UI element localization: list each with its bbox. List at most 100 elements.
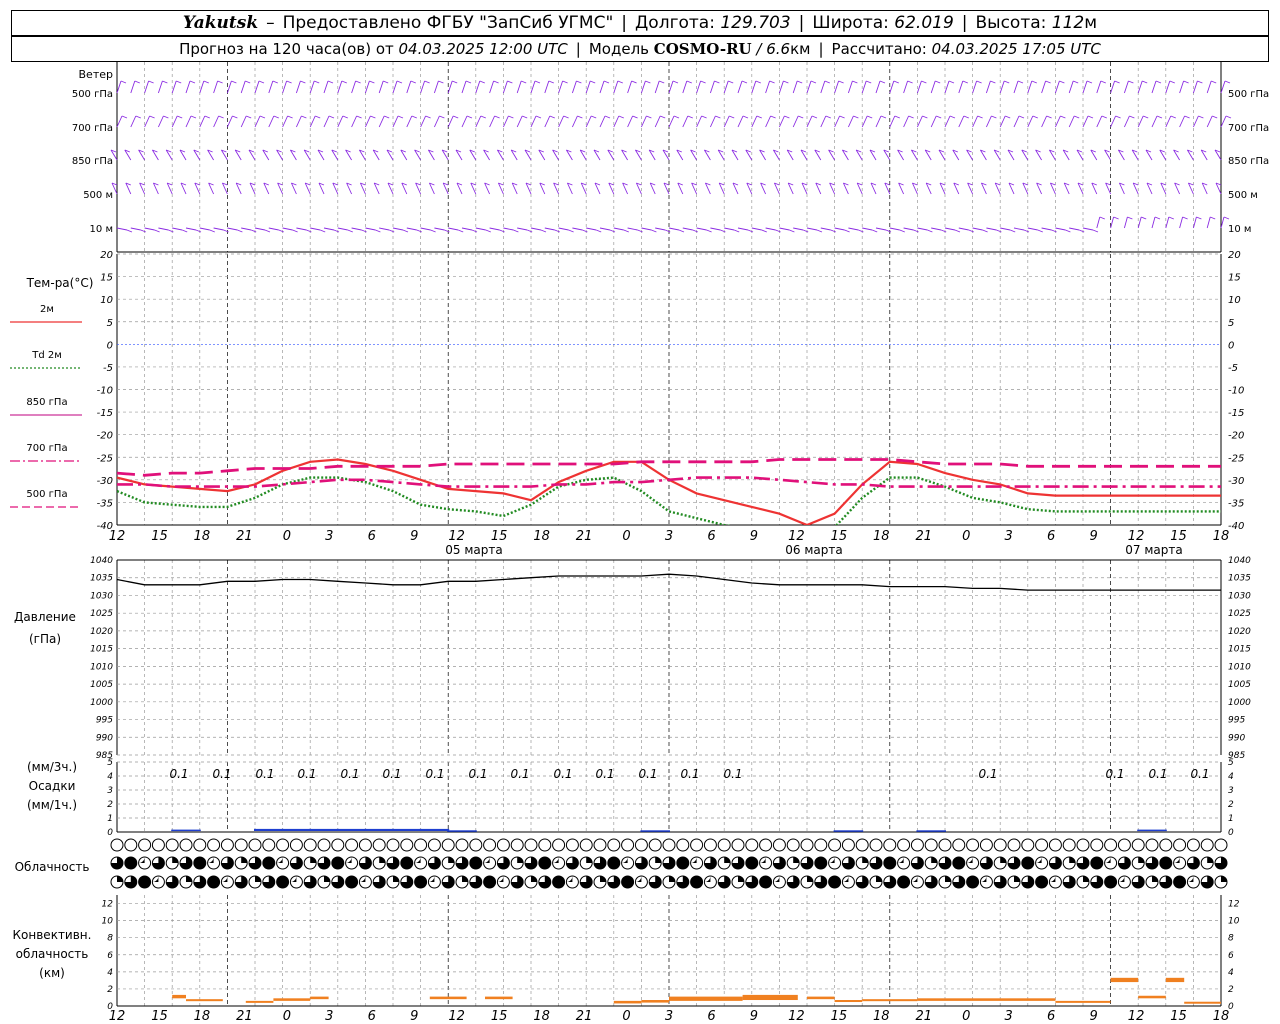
wind-barb-feather (182, 229, 188, 233)
time-tick-label-bottom: 15 (1170, 1009, 1187, 1024)
wind-barb (1000, 227, 1011, 231)
wind-barb-feather (948, 80, 955, 84)
time-tick-label: 18 (533, 529, 550, 544)
wind-barb (475, 80, 481, 94)
conv-bar (429, 996, 467, 1000)
wind-title: Ветер (79, 68, 113, 81)
wind-barb-feather (935, 80, 941, 84)
wind-barb (820, 115, 827, 128)
cloud-symbol (179, 838, 193, 852)
wind-barb (916, 115, 923, 128)
wind-barb (931, 227, 942, 231)
cloud-fill (607, 857, 620, 869)
wind-barb-feather (306, 229, 312, 233)
precip-tick-left: 3 (107, 786, 113, 796)
time-tick-label: 0 (962, 529, 970, 544)
conv-title-line-3: (км) (39, 966, 65, 980)
wind-barb-feather (741, 80, 748, 84)
time-tick-label-bottom: 3 (1005, 1009, 1013, 1024)
cloud-symbol (910, 838, 924, 852)
wind-barb (999, 115, 1006, 128)
cloud-fill (738, 876, 744, 882)
wind-barb (1192, 115, 1199, 128)
precip-bar (392, 828, 422, 831)
wind-barb-feather (672, 80, 679, 84)
pressure-tick-left: 990 (96, 733, 113, 743)
wind-barb-feather (922, 115, 928, 119)
wind-barb-feather (1211, 80, 1217, 84)
wind-barb-feather (563, 115, 569, 119)
time-tick-label-bottom: 18 (533, 1009, 550, 1024)
wind-barb-feather (1060, 115, 1066, 119)
wind-barb-feather (1079, 229, 1085, 233)
cloud-symbol (262, 838, 276, 852)
wind-barb-feather (899, 229, 905, 233)
wind-barb (627, 115, 634, 128)
conv-bar (917, 998, 1056, 1001)
time-tick-label: 18 (1213, 529, 1230, 544)
conv-bar (669, 996, 743, 1001)
cloud-fill (1000, 857, 1007, 863)
wind-barb-feather (369, 80, 375, 84)
wind-barb (1041, 80, 1047, 94)
time-tick-label: 15 (831, 529, 848, 544)
cloud-symbol (772, 838, 786, 852)
wind-barb-feather (121, 115, 128, 119)
conv-tick-left: 2 (107, 985, 113, 995)
temp-tick-right: 15 (1228, 273, 1241, 284)
wind-barb-feather (246, 115, 252, 119)
cloud-symbol (745, 838, 759, 852)
temp-tick-right: -15 (1228, 408, 1244, 419)
cloud-symbol (786, 838, 800, 852)
temp-legend-label: 500 гПа (26, 489, 67, 500)
cloud-symbol (1090, 838, 1104, 852)
wind-barb-feather (135, 115, 141, 119)
time-tick-label: 0 (622, 529, 630, 544)
wind-barb (972, 115, 979, 128)
cloud-fill (531, 876, 537, 882)
wind-barb (641, 227, 652, 231)
cloud-fill (931, 857, 938, 863)
wind-barb-feather (1225, 115, 1232, 119)
wind-barb-feather (154, 229, 160, 233)
wind-barb (709, 115, 716, 128)
pressure-tick-left: 1035 (90, 574, 113, 584)
day-label: 06 марта (785, 543, 842, 557)
conv-bar (1138, 995, 1166, 999)
precip-total-label: 0.1 (638, 767, 657, 781)
wind-barbs: 500 гПа 500 гПа 700 гПа 700 гПа 850 гПа 850 г… (72, 80, 1269, 235)
time-tick-label-bottom: 9 (750, 1009, 758, 1024)
wind-barb-feather (623, 229, 629, 233)
cloud-fill (400, 857, 413, 869)
cloud-fill (345, 876, 358, 888)
wind-barb (392, 115, 399, 128)
wind-barb-feather (990, 80, 996, 84)
precip-bar (916, 830, 946, 832)
wind-barb (406, 115, 413, 128)
cloud-fill (186, 876, 192, 882)
wind-barb (723, 115, 730, 128)
wind-barb (171, 80, 177, 94)
precip-tick-right: 2 (1228, 800, 1234, 810)
wind-barb (654, 80, 660, 94)
wind-barb (282, 115, 289, 128)
wind-barb-feather (1045, 80, 1051, 84)
wind-barb (1096, 80, 1102, 94)
wind-barb (847, 115, 854, 128)
wind-barb-feather (673, 115, 680, 119)
wind-barb (1151, 216, 1156, 229)
wind-barb-feather (465, 80, 472, 84)
wind-barb (185, 115, 192, 128)
wind-barb-feather (120, 80, 127, 84)
cloud-symbol (717, 838, 731, 852)
pressure-tick-right: 1025 (1228, 609, 1251, 619)
wind-barb-feather (825, 115, 831, 119)
wind-barb (171, 115, 178, 128)
temp-tick-right: 0 (1228, 340, 1234, 351)
precip-tick-left: 0 (107, 828, 113, 838)
wind-barb (295, 115, 302, 128)
wind-barb (1027, 80, 1033, 94)
wind-barb (654, 115, 661, 128)
cloud-symbol (565, 838, 579, 852)
cloud-fill (552, 876, 565, 888)
